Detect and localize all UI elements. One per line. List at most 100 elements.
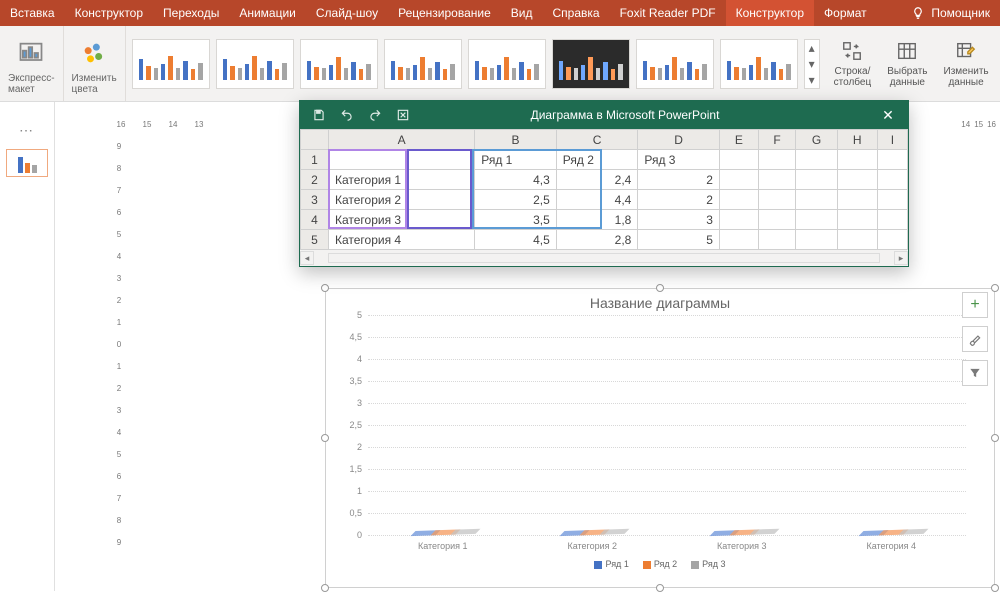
cell[interactable]: Категория 1 (329, 170, 475, 190)
tab-slideshow[interactable]: Слайд-шоу (306, 0, 388, 26)
scroll-track[interactable] (328, 253, 880, 263)
style-thumb-3[interactable] (300, 39, 378, 89)
close-button[interactable]: ✕ (868, 107, 908, 124)
tab-foxit[interactable]: Foxit Reader PDF (610, 0, 726, 26)
cell[interactable]: 3,5 (475, 210, 557, 230)
column-header[interactable]: I (877, 130, 907, 150)
cell[interactable]: Ряд 3 (638, 150, 720, 170)
plus-icon: + (970, 296, 979, 314)
column-header[interactable]: D (638, 130, 720, 150)
scroll-left-icon[interactable]: ◂ (300, 251, 314, 265)
style-thumb-1[interactable] (132, 39, 210, 89)
row-header[interactable]: 3 (301, 190, 329, 210)
column-header[interactable]: A (329, 130, 475, 150)
style-thumb-5[interactable] (468, 39, 546, 89)
cell[interactable]: 2 (638, 190, 720, 210)
cell[interactable]: Ряд 2 (556, 150, 638, 170)
quick-layout-button[interactable]: Экспресс- макет (0, 26, 64, 101)
cell[interactable]: 2,8 (556, 230, 638, 250)
edit-data-button[interactable]: Изменить данные (936, 26, 997, 101)
style-gallery-dropdown[interactable]: ▴ ▾ ▾ (804, 39, 820, 89)
column-header[interactable]: C (556, 130, 638, 150)
data-window-title: Диаграмма в Microsoft PowerPoint (422, 108, 868, 122)
change-colors-button[interactable]: Изменить цвета (64, 26, 126, 101)
row-header[interactable]: 4 (301, 210, 329, 230)
column-header[interactable]: H (837, 130, 877, 150)
layout-icon (15, 37, 47, 69)
cell[interactable]: Категория 3 (329, 210, 475, 230)
undo-icon[interactable] (340, 108, 354, 122)
ruler-horizontal-right: 141516 (961, 120, 996, 138)
tab-animations[interactable]: Анимации (229, 0, 306, 26)
chart-elements-button[interactable]: + (962, 292, 988, 318)
tab-transitions[interactable]: Переходы (153, 0, 229, 26)
chart-plot-area[interactable]: 00,511,522,533,544,55 (368, 315, 966, 535)
tab-format[interactable]: Формат (814, 0, 877, 26)
slide-thumbnail[interactable] (6, 149, 48, 177)
palette-icon (78, 37, 110, 69)
chart-legend[interactable]: Ряд 1Ряд 2Ряд 3 (326, 559, 994, 569)
tab-insert[interactable]: Вставка (0, 0, 65, 26)
chart-data-window[interactable]: Диаграмма в Microsoft PowerPoint ✕ ABCDE… (299, 100, 909, 267)
cell[interactable]: 2,4 (556, 170, 638, 190)
column-header[interactable]: G (796, 130, 837, 150)
slide-thumbnails-panel: ⋯ (0, 102, 55, 591)
cell[interactable]: 4,3 (475, 170, 557, 190)
style-thumb-2[interactable] (216, 39, 294, 89)
cell[interactable]: 2,5 (475, 190, 557, 210)
scroll-right-icon[interactable]: ▸ (894, 251, 908, 265)
resize-handle[interactable] (321, 434, 329, 442)
chart-styles-button[interactable] (962, 326, 988, 352)
resize-handle[interactable] (991, 434, 999, 442)
column-header[interactable]: F (758, 130, 796, 150)
resize-handle[interactable] (991, 284, 999, 292)
tab-review[interactable]: Рецензирование (388, 0, 501, 26)
column-header[interactable]: B (475, 130, 557, 150)
cell[interactable]: 5 (638, 230, 720, 250)
helper-label: Помощник (931, 6, 990, 20)
tab-chart-design[interactable]: Конструктор (726, 0, 814, 26)
tab-view[interactable]: Вид (501, 0, 543, 26)
horizontal-scrollbar[interactable]: ◂ ▸ (300, 250, 908, 266)
style-thumb-7[interactable] (636, 39, 714, 89)
funnel-icon (968, 366, 982, 380)
redo-icon[interactable] (368, 108, 382, 122)
ribbon-body: Экспресс- макет Изменить цвета (0, 26, 1000, 102)
cell[interactable]: 4,5 (475, 230, 557, 250)
close-icon: ✕ (882, 107, 894, 123)
chart-object[interactable]: Название диаграммы 00,511,522,533,544,55… (325, 288, 995, 588)
cell[interactable]: 1,8 (556, 210, 638, 230)
row-header[interactable]: 5 (301, 230, 329, 250)
style-thumb-6[interactable] (552, 39, 630, 89)
cell[interactable]: Категория 2 (329, 190, 475, 210)
chart-filters-button[interactable] (962, 360, 988, 386)
excel-icon[interactable] (396, 108, 410, 122)
chevron-down-icon: ▾ (805, 56, 819, 72)
row-header[interactable]: 1 (301, 150, 329, 170)
tab-design[interactable]: Конструктор (65, 0, 153, 26)
chart-title[interactable]: Название диаграммы (326, 289, 994, 315)
resize-handle[interactable] (656, 284, 664, 292)
section-separator-icon[interactable]: ⋯ (19, 122, 35, 139)
cell[interactable]: 2 (638, 170, 720, 190)
resize-handle[interactable] (321, 284, 329, 292)
style-thumb-8[interactable] (720, 39, 798, 89)
tab-help[interactable]: Справка (542, 0, 609, 26)
style-thumb-4[interactable] (384, 39, 462, 89)
row-header[interactable]: 2 (301, 170, 329, 190)
cell[interactable]: 3 (638, 210, 720, 230)
cell[interactable]: Ряд 1 (475, 150, 557, 170)
brush-icon (968, 332, 982, 346)
quick-layout-label: Экспресс- макет (8, 73, 55, 95)
data-grid[interactable]: ABCDEFGHI1Ряд 1Ряд 2Ряд 32Категория 14,3… (300, 129, 908, 250)
column-header[interactable]: E (719, 130, 758, 150)
switch-row-col-button[interactable]: Строка/ столбец (826, 26, 880, 101)
chevron-up-icon: ▴ (805, 40, 819, 56)
save-icon[interactable] (312, 108, 326, 122)
select-data-button[interactable]: Выбрать данные (879, 26, 935, 101)
cell[interactable]: 4,4 (556, 190, 638, 210)
bulb-icon (911, 6, 925, 20)
tell-me-helper[interactable]: Помощник (901, 0, 1000, 26)
data-window-titlebar[interactable]: Диаграмма в Microsoft PowerPoint ✕ (300, 101, 908, 129)
cell[interactable]: Категория 4 (329, 230, 475, 250)
